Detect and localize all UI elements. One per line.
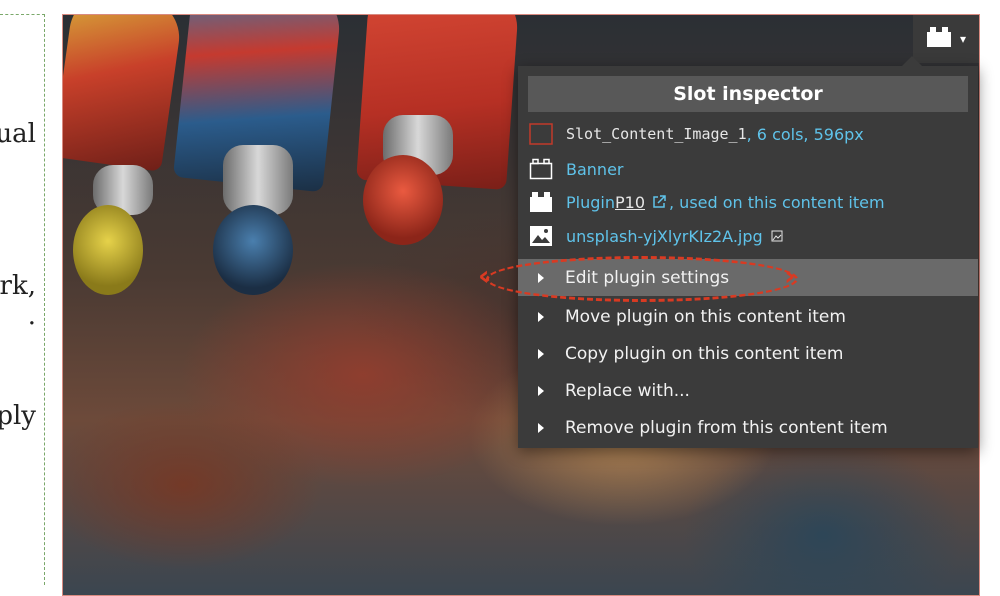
action-label: Copy plugin on this content item (565, 343, 844, 364)
caret-right-icon (538, 422, 544, 433)
external-link-icon[interactable] (651, 194, 667, 210)
plugin-prefix: Plugin (566, 192, 615, 212)
tube-cap (73, 205, 143, 295)
action-copy-plugin[interactable]: Copy plugin on this content item (518, 335, 978, 372)
text-fragment: ual (0, 119, 36, 149)
slot-detail: , 6 cols, 596px (746, 124, 864, 144)
inspector-title: Slot inspector (528, 76, 968, 112)
chevron-down-icon: ▾ (959, 32, 967, 46)
template-link[interactable]: Banner (566, 160, 623, 179)
chevron-right-icon: › (784, 259, 796, 292)
chevron-left-icon: ‹ (478, 259, 490, 292)
plugin-menu-toggle[interactable]: ▾ (913, 15, 979, 63)
slot-outline-icon (528, 123, 554, 145)
action-label: Remove plugin from this content item (565, 417, 888, 438)
slot-inspector-panel: Slot inspector Slot_Content_Image_1 , 6 … (518, 56, 978, 448)
file-row: unsplash-yjXlyrKIz2A.jpg (528, 222, 783, 250)
action-remove-plugin[interactable]: Remove plugin from this content item (518, 409, 978, 446)
plugin-suffix: , used on this content item (669, 192, 885, 212)
action-edit-plugin-settings[interactable]: Edit plugin settings (518, 259, 978, 296)
text-fragment: ply (0, 401, 36, 431)
slot-info-row: Slot_Content_Image_1 , 6 cols, 596px (528, 120, 864, 148)
template-icon (528, 158, 554, 180)
caret-right-icon (538, 348, 544, 359)
plugin-row: Plugin P10 , used on this content item (528, 188, 885, 216)
tube-cap (363, 155, 443, 245)
left-text-column: ual rk, · ply (0, 14, 45, 585)
plugin-icon (528, 191, 554, 213)
text-fragment: rk, (0, 271, 36, 301)
caret-right-icon (538, 385, 544, 396)
caret-right-icon (538, 272, 544, 283)
tube-cap (213, 205, 293, 295)
caret-right-icon (538, 311, 544, 322)
image-preview-icon (771, 230, 783, 242)
action-label: Replace with... (565, 380, 690, 401)
text-fragment: · (27, 309, 36, 339)
action-replace-with[interactable]: Replace with... (518, 372, 978, 409)
paint-tube (63, 15, 185, 172)
file-link[interactable]: unsplash-yjXlyrKIz2A.jpg (566, 227, 763, 246)
action-move-plugin[interactable]: Move plugin on this content item (518, 298, 978, 335)
template-row: Banner (528, 155, 623, 183)
action-label: Move plugin on this content item (565, 306, 846, 327)
image-icon (528, 225, 554, 247)
plugin-icon (926, 26, 952, 52)
action-label: Edit plugin settings (565, 267, 730, 288)
plugin-code-link[interactable]: P10 (615, 193, 645, 212)
slot-name: Slot_Content_Image_1 (566, 125, 747, 143)
